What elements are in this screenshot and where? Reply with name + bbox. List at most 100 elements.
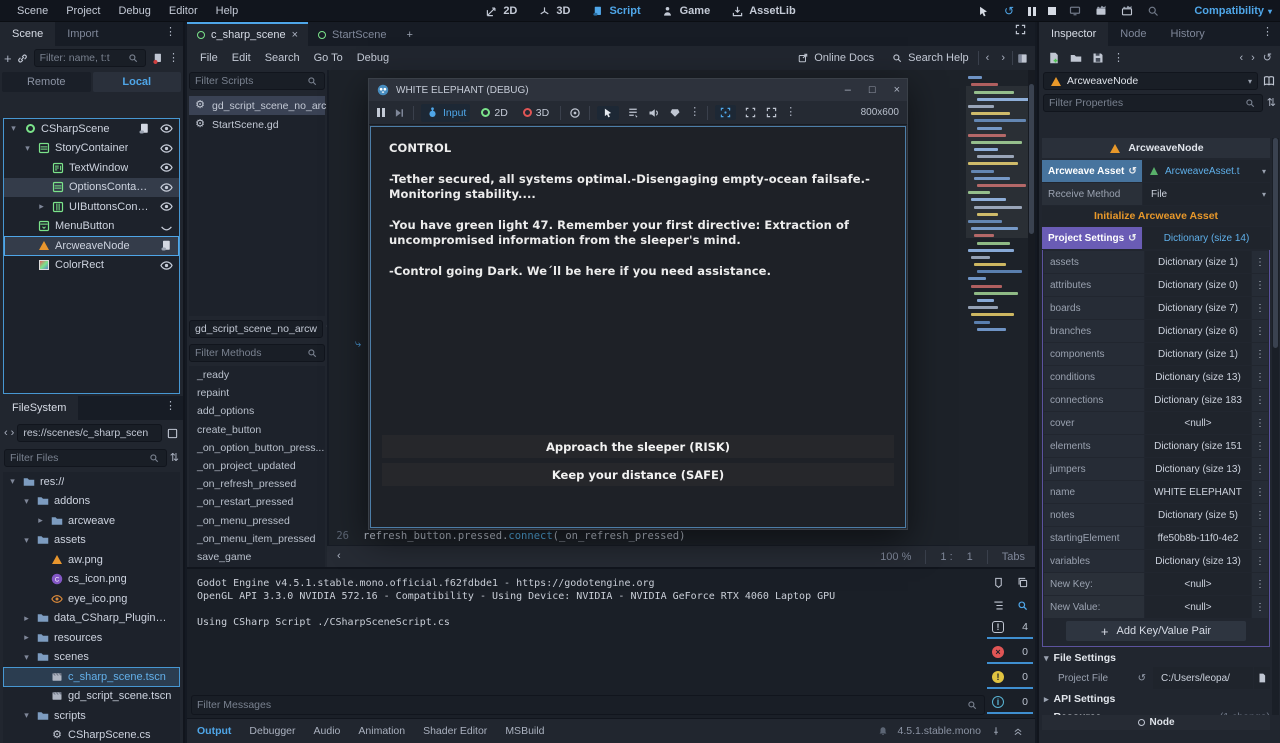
pause-icon[interactable]	[1028, 7, 1036, 16]
file-row[interactable]: aw.png	[3, 550, 180, 570]
filter-properties-input[interactable]: Filter Properties	[1043, 94, 1263, 112]
tab-local[interactable]: Local	[93, 72, 182, 92]
workspace-3d[interactable]: 3D	[537, 4, 570, 18]
dict-value[interactable]: Dictionary (size 6)	[1145, 320, 1251, 342]
nav-back-icon[interactable]: ‹	[4, 428, 8, 439]
tree-collapse-icon[interactable]: ▾	[21, 710, 32, 721]
file-row[interactable]: ▾scenes	[3, 648, 180, 668]
dict-value[interactable]: Dictionary (size 5)	[1145, 504, 1251, 526]
file-row[interactable]: ▸resources	[3, 628, 180, 648]
dict-value[interactable]: WHITE ELEPHANT	[1145, 481, 1251, 503]
edit-entry-icon[interactable]: ⋮	[1252, 481, 1268, 503]
file-row[interactable]: eye_ico.png	[3, 589, 180, 609]
tree-collapse-icon[interactable]: ▾	[21, 535, 32, 546]
menu-scene[interactable]: Scene	[8, 5, 57, 17]
open-docs-icon[interactable]	[1262, 74, 1276, 88]
dict-entry-row[interactable]: attributesDictionary (size 0)⋮	[1044, 274, 1268, 296]
script-menu-go-to[interactable]: Go To	[307, 52, 350, 64]
dict-entry-row[interactable]: boardsDictionary (size 7)⋮	[1044, 297, 1268, 319]
select-2d-button[interactable]: 2D	[477, 105, 511, 121]
tree-expand-icon[interactable]: ▸	[21, 632, 32, 643]
file-dialog-icon[interactable]	[1254, 667, 1270, 689]
workspace-assetlib[interactable]: AssetLib	[730, 4, 795, 18]
pin-panel-icon[interactable]	[989, 724, 1003, 738]
next-frame-icon[interactable]	[392, 106, 406, 120]
more-options-icon[interactable]: ⋮	[689, 107, 700, 118]
stretch-icon[interactable]	[764, 106, 778, 120]
remote-debug-icon[interactable]	[1068, 4, 1082, 18]
file-row[interactable]: Ccs_icon.png	[3, 570, 180, 590]
inspector-back-icon[interactable]: ‹	[1239, 53, 1243, 64]
add-node-icon[interactable]: +	[4, 52, 12, 65]
bottom-tab-debugger[interactable]: Debugger	[249, 725, 295, 737]
current-path-field[interactable]: res://scenes/c_sharp_scen	[17, 424, 162, 442]
file-row[interactable]: ▸data_CSharp_Plugin_windo...	[3, 609, 180, 629]
workspace-game[interactable]: Game	[661, 4, 711, 18]
copy-output-icon[interactable]	[1015, 575, 1029, 589]
dict-value[interactable]: Dictionary (size 183	[1145, 389, 1251, 411]
eye-icon[interactable]	[157, 161, 175, 174]
method-list-item[interactable]: _on_menu_item_pressed	[189, 530, 325, 548]
new-tab-button[interactable]: +	[396, 22, 422, 46]
select-mode-button[interactable]	[597, 106, 619, 120]
new-value-row[interactable]: New Value: <null> ⋮	[1044, 596, 1268, 618]
resource-menu-icon[interactable]: ⋮	[1113, 53, 1124, 64]
dict-value[interactable]: Dictionary (size 1)	[1145, 251, 1251, 273]
method-list-item[interactable]: _on_refresh_pressed	[189, 475, 325, 493]
file-row[interactable]: ▸arcweave	[3, 511, 180, 531]
workspace-script[interactable]: Script	[590, 4, 640, 18]
method-list-item[interactable]: _on_project_updated	[189, 457, 325, 475]
revert-icon[interactable]: ↺	[1128, 166, 1136, 177]
method-list-item[interactable]: _on_option_button_press...	[189, 439, 325, 457]
eye-icon[interactable]	[157, 200, 175, 213]
filter-messages-input[interactable]: Filter Messages	[191, 695, 985, 715]
file-row[interactable]: ▾scripts	[3, 706, 180, 726]
zoom-level[interactable]: 100 %	[880, 551, 911, 563]
file-row[interactable]: c_sharp_scene.tscn	[3, 667, 180, 687]
edit-entry-icon[interactable]: ⋮	[1252, 596, 1268, 618]
script-menu-file[interactable]: File	[193, 52, 225, 64]
file-row[interactable]: ▾assets	[3, 531, 180, 551]
scene-node-row[interactable]: MenuButton	[4, 217, 179, 237]
edit-entry-icon[interactable]: ⋮	[1252, 504, 1268, 526]
eye-closed-icon[interactable]	[157, 220, 175, 233]
warning-count-toggle[interactable]: ! 0	[987, 669, 1033, 689]
choice-button-safe[interactable]: Keep your distance (SAFE)	[382, 463, 894, 486]
filesystem-menu-icon[interactable]: ⋮	[158, 396, 183, 420]
file-row[interactable]: ⚙CSharpScene.cs	[3, 726, 180, 743]
info-count-toggle[interactable]: i 0	[987, 694, 1033, 714]
dict-value[interactable]: Dictionary (size 0)	[1145, 274, 1251, 296]
node-section-header[interactable]: Node	[1042, 715, 1270, 730]
close-button[interactable]: ×	[894, 84, 900, 96]
revert-icon[interactable]: ↺	[1128, 233, 1136, 244]
split-view-icon[interactable]	[165, 426, 179, 440]
tree-collapse-icon[interactable]: ▾	[7, 476, 18, 487]
inspector-tab-node[interactable]: Node	[1108, 22, 1158, 46]
dict-value[interactable]: Dictionary (size 13)	[1145, 366, 1251, 388]
select-3d-button[interactable]: 3D	[519, 105, 553, 121]
error-count-toggle[interactable]: × 0	[987, 644, 1033, 664]
dict-entry-row[interactable]: connectionsDictionary (size 183⋮	[1044, 389, 1268, 411]
code-minimap[interactable]	[966, 72, 1028, 543]
edit-entry-icon[interactable]: ⋮	[1252, 274, 1268, 296]
workspace-2d[interactable]: 2D	[484, 4, 517, 18]
method-list-item[interactable]: create_button	[189, 421, 325, 439]
search-messages-icon[interactable]	[1015, 598, 1029, 612]
code-scrollbar[interactable]	[1028, 70, 1035, 545]
edit-entry-icon[interactable]: ⋮	[1252, 320, 1268, 342]
edit-entry-icon[interactable]: ⋮	[1252, 389, 1268, 411]
tab-filesystem[interactable]: FileSystem	[0, 396, 78, 420]
filter-files-input[interactable]: Filter Files	[4, 449, 167, 467]
method-list-item[interactable]: _ready	[189, 366, 325, 384]
collapse-messages-icon[interactable]	[991, 598, 1005, 612]
tree-collapse-icon[interactable]: ▾	[22, 143, 33, 154]
file-row[interactable]: ▾addons	[3, 492, 180, 512]
scene-tree-menu-icon[interactable]: ⋮	[168, 53, 179, 64]
save-resource-icon[interactable]	[1091, 51, 1105, 65]
dict-value[interactable]: Dictionary (size 1)	[1145, 343, 1251, 365]
tab-import[interactable]: Import	[55, 22, 110, 46]
expand-panel-icon[interactable]	[1011, 724, 1025, 738]
edit-entry-icon[interactable]: ⋮	[1252, 435, 1268, 457]
eye-icon[interactable]	[157, 122, 175, 135]
scene-node-row[interactable]: TextWindow	[4, 158, 179, 178]
